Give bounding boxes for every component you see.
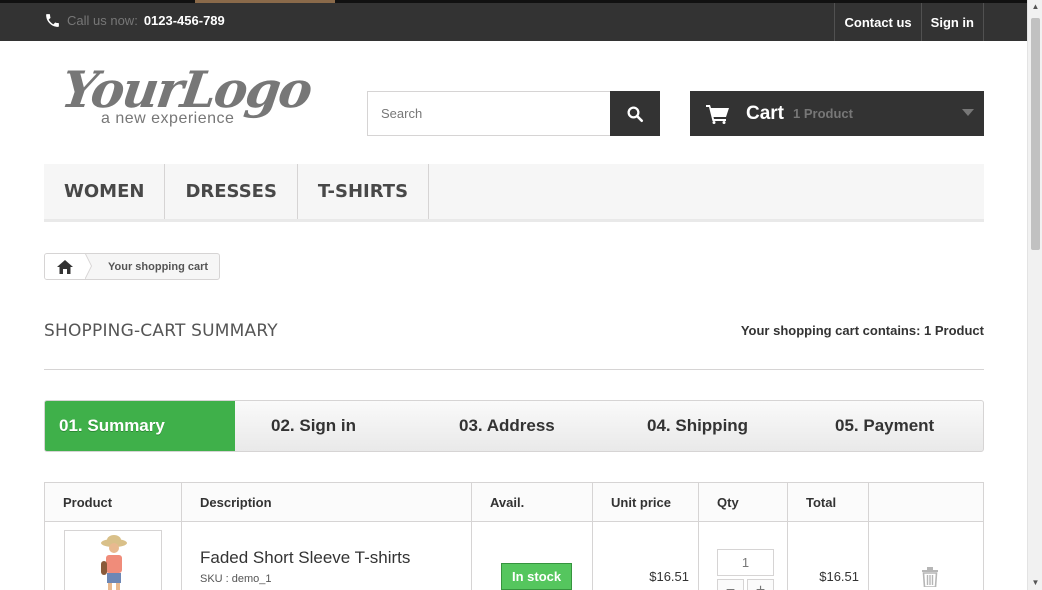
top-nav: Contact us Sign in — [834, 3, 984, 41]
step-payment-label: 05. Payment — [835, 416, 935, 435]
home-icon — [57, 259, 73, 274]
step-summary[interactable]: 01. Summary — [45, 401, 235, 451]
delete-cell — [868, 521, 984, 590]
page: Call us now: 0123-456-789 Contact us Sig… — [0, 0, 1027, 590]
status-badge: In stock — [501, 563, 573, 590]
breadcrumb-current: Your shopping cart — [108, 260, 209, 273]
product-cell — [44, 521, 182, 590]
qty-cell: 1 − + — [698, 521, 788, 590]
col-qty: Qty — [698, 482, 788, 522]
main-menu: WOMEN DRESSES T-SHIRTS — [44, 164, 984, 222]
search-icon — [627, 106, 644, 122]
checkout-steps: 01. Summary 02. Sign in 03. Address 04. … — [44, 400, 984, 452]
phone-info: Call us now: 0123-456-789 — [44, 12, 225, 29]
product-photo — [101, 535, 127, 590]
unit-price: $16.51 — [649, 569, 689, 584]
breadcrumb: Your shopping cart — [44, 253, 221, 280]
page-title: SHOPPING-CART SUMMARY — [44, 321, 278, 341]
quantity-input[interactable]: 1 — [717, 549, 774, 576]
cart-label: Cart — [746, 102, 785, 124]
step-address[interactable]: 03. Address — [459, 401, 555, 451]
table-header-row: Product Description Avail. Unit price Qt… — [44, 482, 984, 522]
total-cell: $16.51 — [787, 521, 869, 590]
step-shipping[interactable]: 04. Shipping — [647, 401, 748, 451]
menu-item-women[interactable]: WOMEN — [44, 164, 166, 219]
unit-price-cell: $16.51 — [592, 521, 699, 590]
logo[interactable]: YourLogo a new experience — [58, 58, 315, 138]
step-shipping-label: 04. Shipping — [647, 416, 749, 435]
col-total: Total — [787, 482, 869, 522]
cart-table: Product Description Avail. Unit price Qt… — [44, 482, 984, 590]
sign-in-link[interactable]: Sign in — [920, 3, 984, 41]
cart-icon — [706, 104, 729, 124]
col-unit-price: Unit price — [592, 482, 699, 522]
scroll-down-arrow[interactable]: ▼ — [1028, 576, 1042, 590]
table-row: Faded Short Sleeve T-shirts SKU : demo_1… — [44, 521, 984, 590]
step-sign-in-label: 02. Sign in — [271, 416, 357, 435]
cart-button[interactable]: Cart 1 Product — [690, 91, 984, 136]
quantity-decrease-button[interactable]: − — [717, 579, 744, 590]
phone-number: 0123-456-789 — [143, 13, 225, 28]
divider — [44, 369, 984, 370]
cart-count: 1 Product — [793, 106, 853, 121]
product-name-link[interactable]: Faded Short Sleeve T-shirts — [200, 548, 410, 568]
search-bar — [367, 91, 660, 136]
scroll-up-arrow[interactable]: ▲ — [1028, 0, 1042, 14]
contact-us-link[interactable]: Contact us — [834, 3, 920, 41]
cart-summary-count: Your shopping cart contains: 1 Product — [740, 323, 984, 338]
step-summary-label: 01. Summary — [59, 416, 165, 435]
step-payment[interactable]: 05. Payment — [835, 401, 934, 451]
quantity-increase-button[interactable]: + — [747, 579, 774, 590]
col-delete — [868, 482, 984, 522]
chevron-down-icon — [962, 109, 974, 116]
description-cell: Faded Short Sleeve T-shirts SKU : demo_1 — [181, 521, 472, 590]
col-product: Product — [44, 482, 182, 522]
menu-item-dresses[interactable]: DRESSES — [165, 164, 298, 219]
col-description: Description — [181, 482, 472, 522]
banner-strip — [195, 0, 335, 3]
call-label: Call us now: — [67, 13, 138, 28]
search-button[interactable] — [610, 91, 660, 136]
menu-item-t-shirts[interactable]: T-SHIRTS — [298, 164, 430, 219]
step-sign-in[interactable]: 02. Sign in — [271, 401, 356, 451]
row-total: $16.51 — [819, 569, 859, 584]
product-sku: SKU : demo_1 — [200, 573, 272, 585]
phone-icon — [46, 14, 59, 27]
breadcrumb-home[interactable] — [45, 254, 92, 279]
search-input[interactable] — [367, 91, 610, 136]
logo-tagline: a new experience — [101, 110, 235, 127]
top-bar: Call us now: 0123-456-789 Contact us Sig… — [0, 0, 1027, 41]
trash-icon[interactable] — [921, 567, 939, 587]
availability-cell: In stock — [471, 521, 593, 590]
scrollbar-thumb[interactable] — [1031, 18, 1040, 250]
col-availability: Avail. — [471, 482, 593, 522]
scrollbar[interactable]: ▲ ▼ — [1027, 0, 1042, 590]
step-address-label: 03. Address — [459, 416, 555, 435]
product-image[interactable] — [64, 530, 162, 590]
